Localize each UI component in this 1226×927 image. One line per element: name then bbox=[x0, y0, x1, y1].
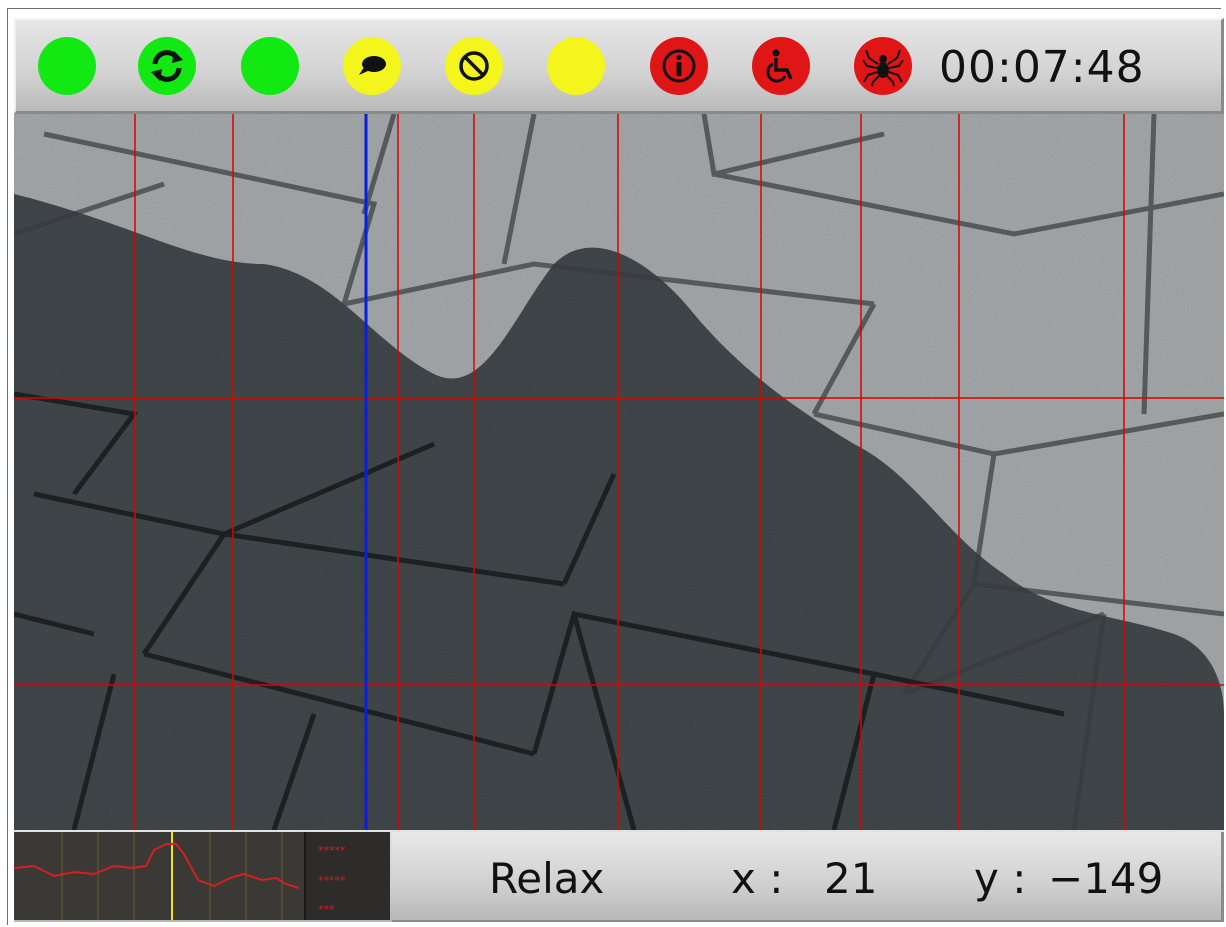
x-coordinate-value: 21 bbox=[824, 854, 878, 903]
mode-label: Relax bbox=[489, 854, 605, 903]
graph-legend: ***** ***** *** bbox=[304, 832, 390, 920]
x-coordinate-label: x : bbox=[731, 854, 784, 903]
status-bar: ***** ***** *** Relax x : 21 y : −149 bbox=[13, 830, 1224, 922]
speech-bubble-icon bbox=[355, 53, 389, 79]
signal-trace bbox=[13, 843, 300, 889]
info-icon bbox=[659, 46, 699, 86]
legend-line-1: ***** bbox=[318, 844, 346, 857]
status-light-green-1[interactable] bbox=[38, 37, 96, 95]
spider-button[interactable] bbox=[854, 37, 912, 95]
sync-button[interactable] bbox=[138, 37, 196, 95]
spider-icon bbox=[861, 44, 905, 88]
speech-button[interactable] bbox=[343, 37, 401, 95]
prohibited-button[interactable] bbox=[445, 37, 503, 95]
toolbar: 00:07:48 bbox=[14, 18, 1224, 114]
prohibited-icon bbox=[456, 48, 492, 84]
session-timer: 00:07:48 bbox=[939, 42, 1145, 93]
status-light-yellow[interactable] bbox=[547, 37, 605, 95]
wheelchair-icon bbox=[761, 46, 801, 86]
legend-line-3: *** bbox=[318, 903, 335, 916]
y-coordinate-label: y : bbox=[974, 854, 1027, 903]
sync-icon bbox=[147, 46, 187, 86]
camera-image bbox=[14, 114, 1224, 830]
info-button[interactable] bbox=[650, 37, 708, 95]
signal-graph bbox=[13, 832, 304, 920]
status-readout: Relax x : 21 y : −149 bbox=[392, 832, 1224, 922]
legend-line-2: ***** bbox=[318, 874, 346, 887]
accessibility-button[interactable] bbox=[752, 37, 810, 95]
status-light-green-2[interactable] bbox=[241, 37, 299, 95]
y-coordinate-value: −149 bbox=[1048, 854, 1164, 903]
camera-feed[interactable] bbox=[14, 114, 1224, 830]
